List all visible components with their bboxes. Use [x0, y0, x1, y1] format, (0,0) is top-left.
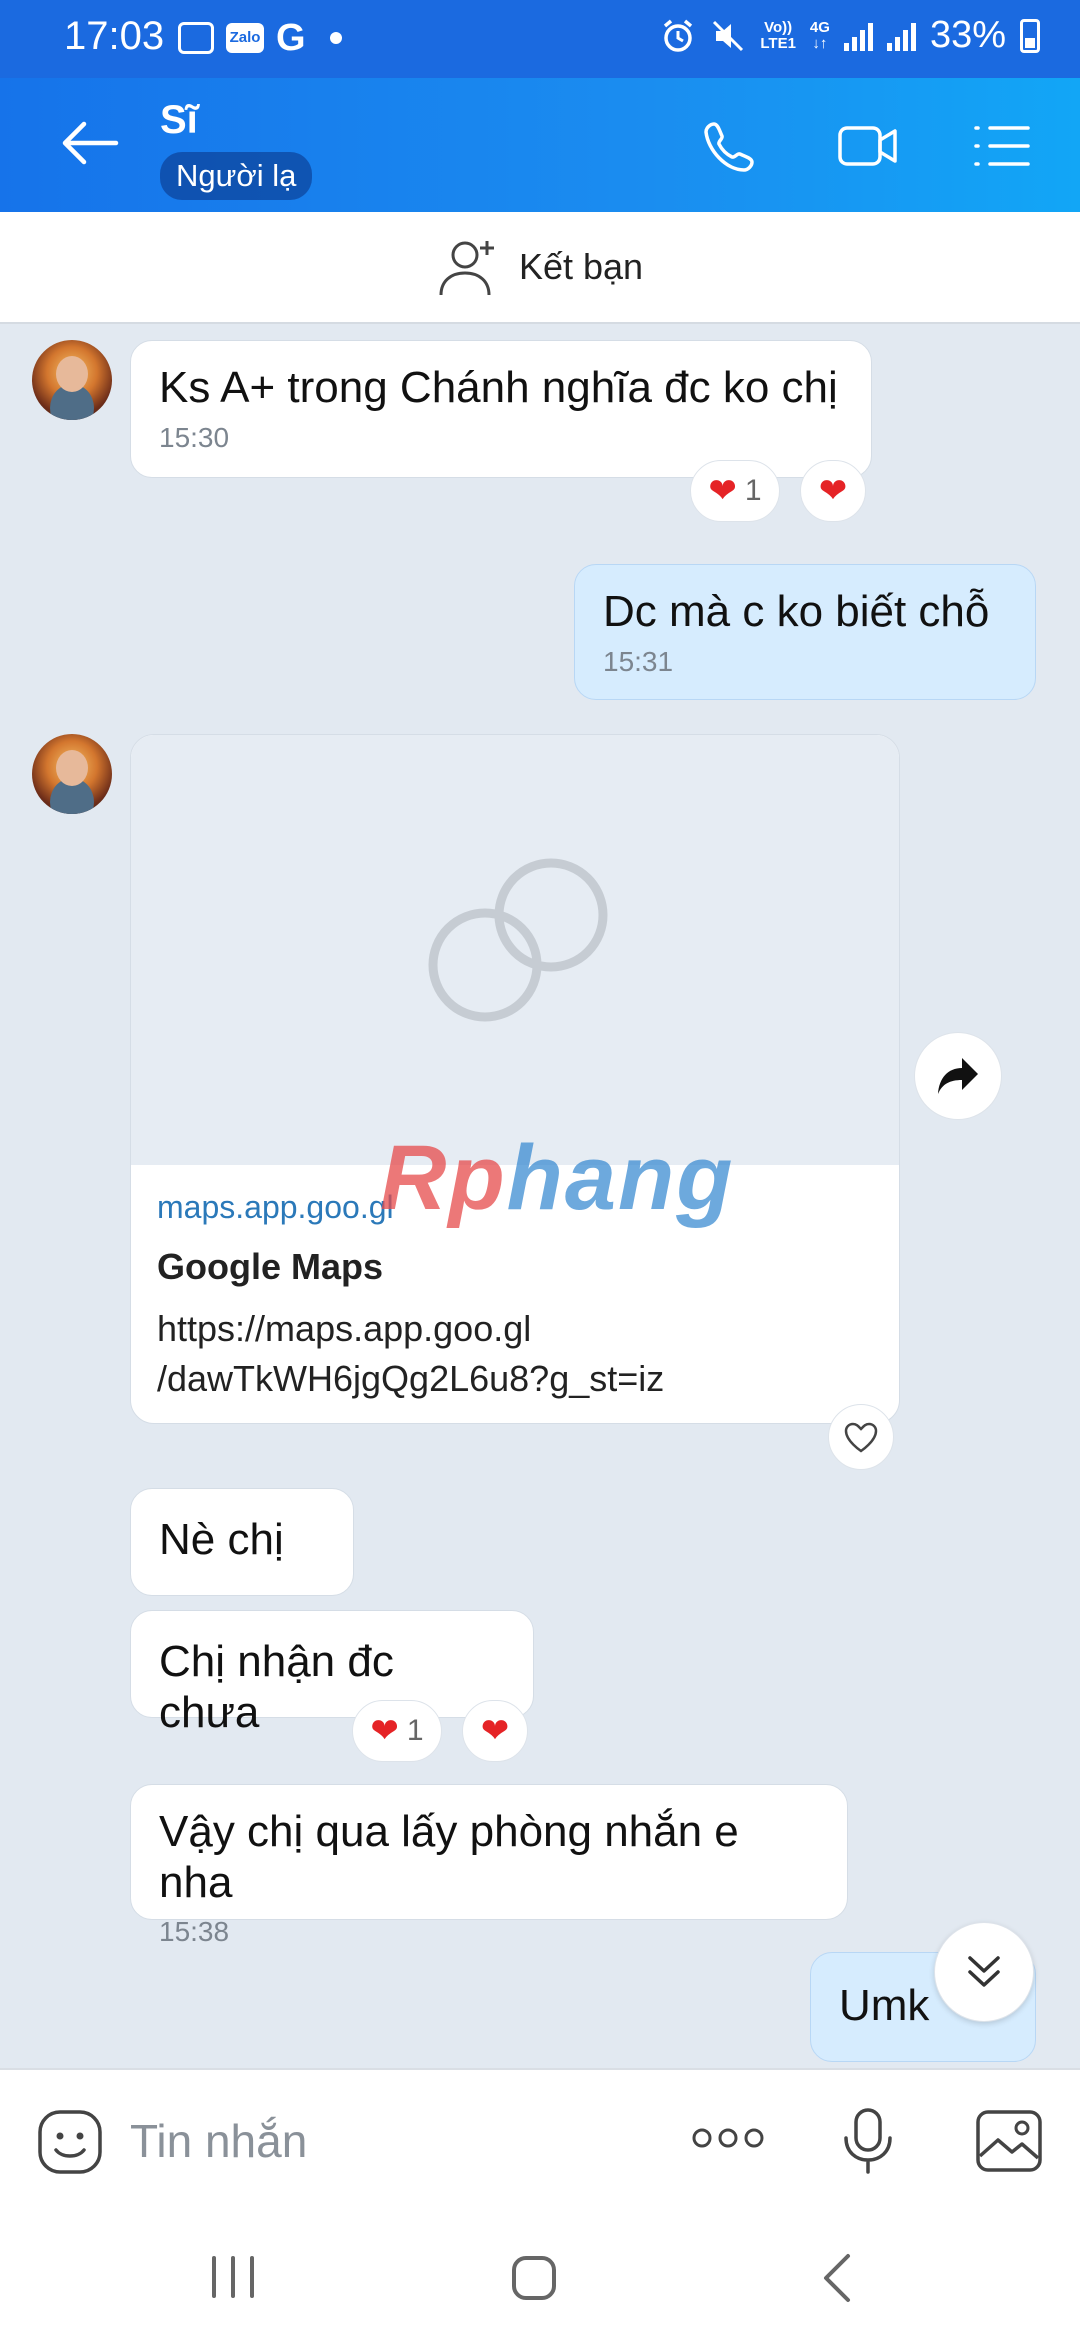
add-friend-icon: [439, 241, 494, 296]
alarm-icon: [664, 19, 693, 52]
emoji-sticker-icon[interactable]: [36, 2108, 104, 2176]
message-input[interactable]: Tin nhắn: [130, 2114, 307, 2168]
home-icon[interactable]: [510, 2254, 558, 2302]
message-text: Dc mà c ko biết chỗ: [603, 587, 990, 636]
watermark-logo: Rphang: [380, 1127, 735, 1229]
double-chevron-down-icon: [968, 1956, 1000, 1987]
phone-icon[interactable]: [700, 118, 764, 174]
add-friend-label: Kết bạn: [518, 246, 644, 287]
microphone-icon[interactable]: [842, 2106, 894, 2176]
message-input-bar: Tin nhắn: [0, 2068, 1080, 2210]
heart-icon: ❤: [818, 472, 848, 510]
message-bubble[interactable]: Vậy chị qua lấy phòng nhắn e nha 15:38: [130, 1784, 848, 1947]
battery-icon: [1020, 18, 1040, 53]
stranger-badge: Người lạ: [160, 152, 313, 200]
message-bubble[interactable]: Chị nhận đc chưa: [130, 1610, 534, 1737]
reaction-summary[interactable]: ❤ 1: [352, 1700, 442, 1762]
heart-icon: ❤: [480, 1712, 510, 1750]
heart-icon: ❤: [708, 472, 737, 510]
react-heart-button[interactable]: ❤: [462, 1700, 528, 1762]
reaction-summary[interactable]: ❤ 1: [690, 460, 780, 522]
link-thumbnail: [131, 735, 899, 1165]
status-time: 17:03: [64, 14, 165, 58]
link-icon: [428, 858, 608, 1022]
gallery-icon: [178, 22, 214, 54]
reaction-count: 1: [406, 1714, 424, 1747]
image-gallery-icon[interactable]: [974, 2108, 1044, 2174]
more-options-icon[interactable]: [690, 2120, 766, 2156]
react-heart-button[interactable]: ❤: [800, 460, 866, 522]
mute-icon: [713, 20, 744, 51]
data-arrows-icon: ↓↑: [812, 34, 828, 52]
link-title: Google Maps: [157, 1246, 384, 1287]
back-arrow-icon[interactable]: [60, 118, 120, 168]
nav-back-icon[interactable]: [818, 2252, 854, 2304]
chat-header: Sĩ Người lạ: [0, 78, 1080, 212]
heart-icon: ❤: [370, 1712, 399, 1750]
message-time: 15:38: [159, 1916, 230, 1948]
message-text: Ks A+ trong Chánh nghĩa đc ko chị: [159, 363, 838, 412]
system-nav-bar: [0, 2210, 1080, 2340]
share-button[interactable]: [914, 1032, 1002, 1120]
status-bar: 17:03 Zalo G Vo)) LTE1 4G ↓↑ 33%: [0, 0, 1080, 78]
message-time: 15:31: [603, 645, 674, 677]
message-bubble[interactable]: Dc mà c ko biết chỗ 15:31: [574, 564, 1036, 700]
link-url: https://maps.app.goo.gl /dawTkWH6jgQg2L6…: [157, 1308, 665, 1400]
zalo-icon: Zalo: [226, 23, 264, 53]
add-friend-button[interactable]: Kết bạn: [0, 212, 1080, 324]
reaction-count: 1: [744, 474, 762, 507]
like-button[interactable]: [828, 1404, 894, 1470]
link-preview-card[interactable]: maps.app.goo.gl Google Maps https://maps…: [130, 734, 900, 1424]
heart-outline-icon: [844, 1422, 878, 1453]
message-text: Vậy chị qua lấy phòng nhắn e nha: [159, 1807, 739, 1907]
notification-dot-icon: [329, 32, 342, 44]
g-icon: G: [276, 17, 306, 59]
message-time: 15:30: [159, 421, 230, 453]
menu-list-icon[interactable]: [970, 118, 1034, 174]
message-bubble[interactable]: Ks A+ trong Chánh nghĩa đc ko chị 15:30: [130, 340, 872, 478]
recent-apps-icon[interactable]: [208, 2254, 258, 2300]
avatar[interactable]: [32, 734, 112, 814]
avatar[interactable]: [32, 340, 112, 420]
share-arrow-icon: [938, 1058, 978, 1094]
signal-icon: [843, 21, 873, 51]
message-bubble[interactable]: Nè chị: [130, 1488, 354, 1596]
battery-percent: 33%: [929, 14, 1006, 56]
video-call-icon[interactable]: [836, 118, 900, 174]
message-text: Umk: [839, 1981, 930, 2030]
signal-icon: [886, 21, 916, 51]
contact-name[interactable]: Sĩ: [160, 98, 198, 143]
scroll-to-bottom-button[interactable]: [934, 1922, 1034, 2022]
message-text: Nè chị: [159, 1515, 284, 1564]
